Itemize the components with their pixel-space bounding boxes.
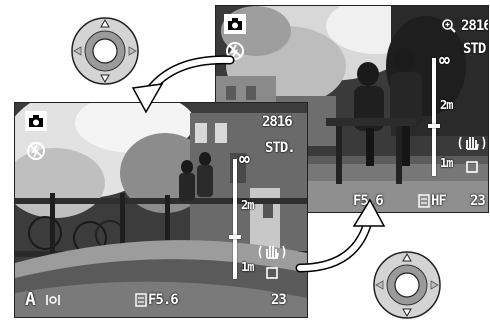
photo-scene-front — [15, 103, 307, 317]
lcd-screen-front: 2816 STD. ∞ 2m 1m A F5.6 23 — [14, 102, 308, 318]
focus-infinity-mark: ∞ — [239, 149, 250, 170]
single-frame-drive-icon — [466, 161, 478, 173]
instruction-illustration: 2816 STD. ∞ 2m 1m F5.6 HF 23 — [0, 0, 490, 320]
focus-1m-mark: 1m — [440, 156, 453, 170]
aperture-value: F5.6 — [353, 193, 384, 209]
flash-cancel-icon — [226, 42, 244, 60]
frames-remaining: 23 — [271, 292, 287, 308]
controller-pad-top-left[interactable] — [70, 16, 140, 86]
zoom-magnifier-icon — [442, 19, 456, 33]
camera-mode-icon — [25, 111, 47, 131]
image-quality-label: STD. — [463, 41, 488, 57]
image-size-label: 2816 — [262, 114, 293, 130]
single-frame-drive-icon — [266, 267, 278, 279]
focus-2m-mark: 2m — [241, 198, 254, 212]
metering-icon — [46, 295, 60, 305]
aperture-select-icon — [135, 293, 147, 307]
aperture-value: F5.6 — [148, 292, 179, 308]
macro-mf-icon — [418, 194, 430, 208]
image-quality-label: STD. — [265, 140, 296, 156]
image-size-label: 2816 — [461, 18, 489, 34]
exposure-mode-label: A — [25, 289, 36, 310]
controller-pad-bottom-right[interactable] — [372, 250, 442, 320]
frames-remaining: 23 — [470, 193, 486, 209]
focus-infinity-mark: ∞ — [439, 50, 450, 71]
image-stabilizer-icon — [258, 245, 286, 259]
image-stabilizer-icon — [458, 136, 486, 150]
focus-scale-indicator — [229, 235, 241, 239]
focus-mode-label: HF — [431, 193, 447, 209]
focus-1m-mark: 1m — [241, 260, 254, 274]
focus-scale-bar — [432, 58, 436, 176]
camera-mode-icon — [224, 14, 246, 34]
flash-cancel-icon — [27, 142, 45, 160]
focus-scale-indicator — [428, 124, 440, 128]
focus-scale-bar — [233, 159, 237, 279]
focus-2m-mark: 2m — [440, 98, 453, 112]
